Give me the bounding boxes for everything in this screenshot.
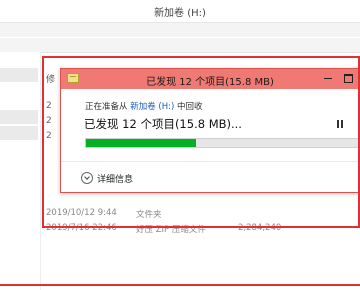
nav-item[interactable] <box>0 68 38 82</box>
explorer-title-bar: 新加卷 (H:) <box>0 0 360 23</box>
navigation-pane[interactable] <box>0 52 41 290</box>
window-title: 新加卷 (H:) <box>154 8 206 19</box>
highlight-line <box>0 284 360 286</box>
nav-item[interactable] <box>0 126 38 140</box>
highlight-box <box>42 56 360 228</box>
ribbon-area <box>0 23 360 37</box>
address-bar-area[interactable] <box>0 38 360 53</box>
nav-item[interactable] <box>0 110 38 124</box>
